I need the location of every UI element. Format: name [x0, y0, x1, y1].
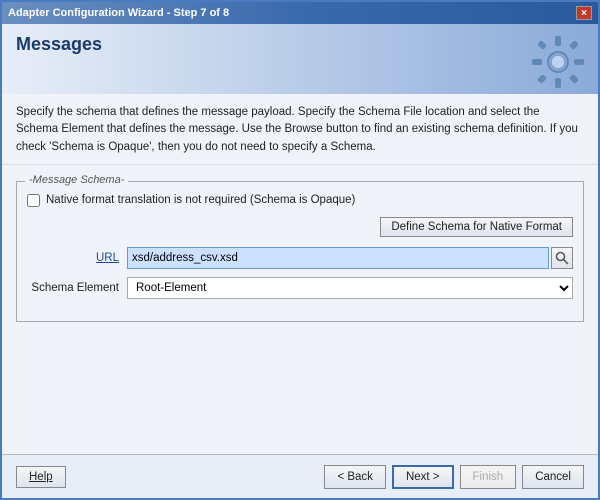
page-title: Messages	[16, 34, 102, 55]
help-button[interactable]: Help	[16, 466, 66, 488]
opaque-checkbox-label[interactable]: Native format translation is not require…	[46, 194, 355, 206]
back-button[interactable]: < Back	[324, 465, 385, 489]
header-banner: Messages	[2, 24, 598, 94]
description-area: Specify the schema that defines the mess…	[2, 94, 598, 165]
define-schema-button[interactable]: Define Schema for Native Format	[380, 217, 573, 237]
title-bar: Adapter Configuration Wizard - Step 7 of…	[2, 2, 598, 24]
schema-element-row: Schema Element Root-Element	[27, 277, 573, 299]
main-content: -Message Schema- Native format translati…	[2, 165, 598, 332]
finish-button[interactable]: Finish	[460, 465, 517, 489]
next-button[interactable]: Next >	[392, 465, 454, 489]
schema-element-select[interactable]: Root-Element	[127, 277, 573, 299]
search-icon	[555, 251, 569, 265]
close-button[interactable]: ×	[576, 6, 592, 20]
wizard-window: Adapter Configuration Wizard - Step 7 of…	[0, 0, 600, 500]
url-label: URL	[27, 252, 127, 264]
footer-left: Help	[16, 466, 66, 488]
cancel-button[interactable]: Cancel	[522, 465, 584, 489]
schema-element-label: Schema Element	[27, 282, 127, 294]
gear-icon	[528, 32, 588, 92]
message-schema-group: -Message Schema- Native format translati…	[16, 181, 584, 322]
url-input[interactable]	[127, 247, 549, 269]
define-btn-row: Define Schema for Native Format	[27, 217, 573, 237]
browse-button[interactable]	[551, 247, 573, 269]
opaque-checkbox-row: Native format translation is not require…	[27, 194, 573, 207]
footer: Help < Back Next > Finish Cancel	[2, 454, 598, 498]
footer-right: < Back Next > Finish Cancel	[324, 465, 584, 489]
group-box-legend: -Message Schema-	[25, 174, 128, 186]
url-input-wrap	[127, 247, 573, 269]
opaque-checkbox[interactable]	[27, 194, 40, 207]
title-bar-text: Adapter Configuration Wizard - Step 7 of…	[8, 7, 229, 19]
url-row: URL	[27, 247, 573, 269]
description-text: Specify the schema that defines the mess…	[16, 106, 578, 153]
